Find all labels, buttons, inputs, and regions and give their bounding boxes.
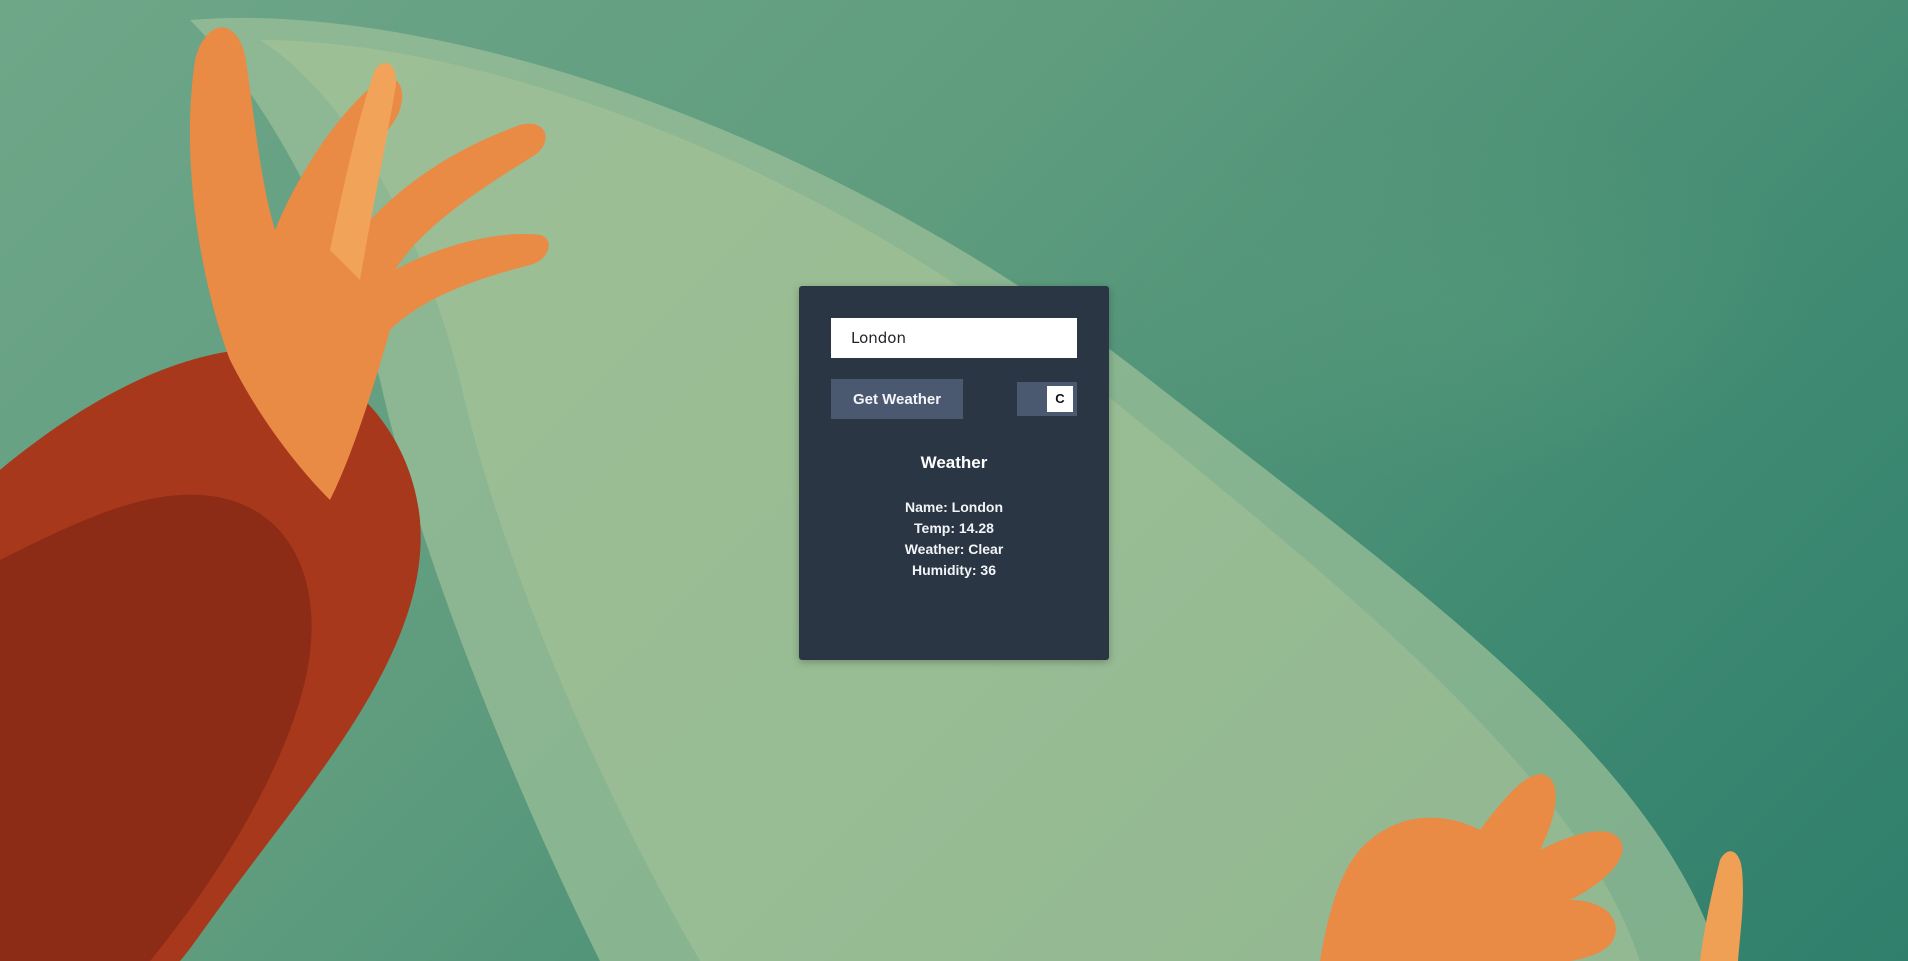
get-weather-button[interactable]: Get Weather [831,379,963,419]
weather-name-line: Name: London [905,499,1003,515]
weather-condition-line: Weather: Clear [904,541,1004,557]
weather-card: Get Weather C Weather Name: London Temp:… [799,286,1109,660]
weather-heading: Weather [920,453,988,472]
unit-toggle-knob[interactable]: C [1047,386,1073,412]
weather-humidity-line: Humidity: 36 [911,562,996,578]
weather-temp-line: Temp: 14.28 [914,520,994,536]
left-sleeve-shade [0,494,312,961]
unit-toggle[interactable]: C [1017,382,1077,416]
weather-details: Name: London Temp: 14.28 Weather: Clear … [799,497,1109,581]
right-fingers [1700,851,1743,961]
city-search-input[interactable] [831,318,1077,358]
